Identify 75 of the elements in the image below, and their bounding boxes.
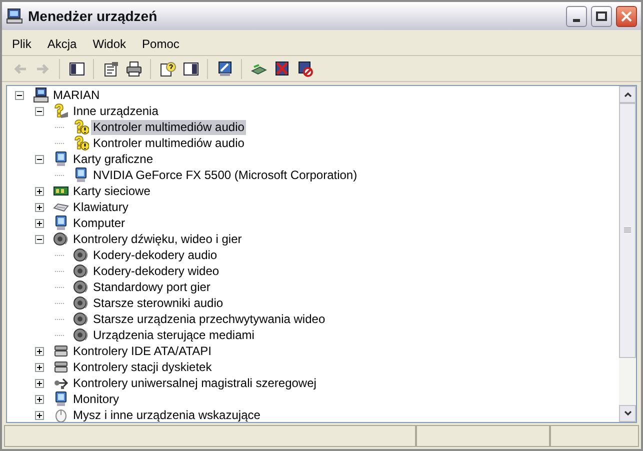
tree-item[interactable]: Monitory bbox=[71, 392, 122, 406]
tree-item[interactable]: Standardowy port gier bbox=[91, 280, 212, 294]
tree-item[interactable]: Starsze urządzenia przechwytywania wideo bbox=[91, 312, 328, 326]
properties-icon bbox=[102, 60, 118, 76]
tree-item[interactable]: Kontrolery IDE ATA/ATAPI bbox=[71, 344, 214, 358]
maximize-button[interactable] bbox=[591, 6, 612, 26]
monitor-icon bbox=[53, 215, 69, 231]
printer-icon bbox=[126, 60, 142, 76]
tree-item[interactable]: MARIAN bbox=[51, 88, 102, 102]
expand-icon[interactable] bbox=[35, 346, 44, 356]
minimize-button[interactable] bbox=[566, 6, 587, 26]
minimize-icon bbox=[573, 18, 580, 22]
tree-item[interactable]: Klawiatury bbox=[71, 200, 130, 214]
tree-item[interactable]: Kodery-dekodery wideo bbox=[91, 264, 222, 278]
expand-icon[interactable] bbox=[35, 186, 44, 196]
expand-icon[interactable] bbox=[35, 378, 44, 388]
expand-icon[interactable] bbox=[35, 218, 44, 228]
tree-item[interactable]: Kontrolery stacji dyskietek bbox=[71, 360, 214, 374]
tree-item[interactable]: Karty sieciowe bbox=[71, 184, 152, 198]
collapse-icon[interactable] bbox=[35, 234, 44, 244]
tree-item[interactable]: Kodery-dekodery audio bbox=[91, 248, 220, 262]
tree-item[interactable]: Kontrolery dźwięku, wideo i gier bbox=[71, 232, 244, 246]
computer-icon bbox=[33, 87, 49, 103]
tree-item[interactable]: NVIDIA GeForce FX 5500 (Microsoft Corporation) bbox=[91, 168, 360, 182]
tree-item[interactable]: Kontroler multimediów audio bbox=[91, 136, 246, 150]
speaker-icon bbox=[53, 231, 69, 247]
window-title: Menedżer urządzeń bbox=[28, 6, 158, 26]
monitor-cross-icon bbox=[274, 60, 290, 76]
menu-item[interactable]: Pomoc bbox=[136, 34, 186, 52]
split-pane-icon bbox=[68, 60, 84, 76]
tree-item[interactable]: Inne urządzenia bbox=[71, 104, 160, 118]
collapse-icon[interactable] bbox=[15, 90, 24, 100]
tree-item[interactable]: Karty graficzne bbox=[71, 152, 156, 166]
split-pane-icon bbox=[182, 60, 198, 76]
menu-item[interactable]: Plik bbox=[6, 34, 38, 52]
monitor-icon bbox=[53, 391, 69, 407]
menu-item[interactable]: Widok bbox=[86, 34, 132, 52]
question-warning-icon bbox=[73, 119, 89, 135]
computer-icon bbox=[6, 8, 24, 24]
drive-icon bbox=[53, 359, 69, 375]
monitor-icon bbox=[73, 167, 89, 183]
question-device-icon bbox=[53, 103, 69, 119]
help-icon bbox=[160, 60, 176, 76]
question-warning-icon bbox=[73, 135, 89, 151]
expand-icon[interactable] bbox=[35, 202, 44, 212]
collapse-icon[interactable] bbox=[35, 106, 44, 116]
expand-icon[interactable] bbox=[35, 410, 44, 420]
menu-item[interactable]: Akcja bbox=[41, 34, 83, 52]
monitor-scan-icon bbox=[216, 60, 232, 76]
speaker-icon bbox=[73, 263, 89, 279]
tree-item[interactable]: Komputer bbox=[71, 216, 128, 230]
tree-item[interactable]: Kontrolery uniwersalnej magistrali szeregowej bbox=[71, 376, 318, 390]
monitor-stop-icon bbox=[296, 60, 312, 76]
scroll-down-button[interactable] bbox=[619, 405, 636, 422]
expand-icon[interactable] bbox=[35, 362, 44, 372]
tree-item[interactable]: Kontroler multimediów audio bbox=[91, 120, 246, 134]
speaker-icon bbox=[73, 295, 89, 311]
tree-item[interactable]: Starsze sterowniki audio bbox=[91, 296, 226, 310]
drive-icon bbox=[53, 343, 69, 359]
speaker-icon bbox=[73, 311, 89, 327]
close-icon bbox=[621, 10, 632, 22]
scrollbar[interactable] bbox=[619, 86, 636, 422]
expand-icon[interactable] bbox=[35, 394, 44, 404]
speaker-icon bbox=[73, 247, 89, 263]
speaker-icon bbox=[73, 279, 89, 295]
maximize-icon bbox=[596, 11, 607, 21]
grip-icon bbox=[624, 227, 631, 234]
collapse-icon[interactable] bbox=[35, 154, 44, 164]
monitor-icon bbox=[53, 151, 69, 167]
scroll-thumb[interactable] bbox=[619, 103, 636, 358]
tree-item[interactable]: Mysz i inne urządzenia wskazujące bbox=[71, 408, 262, 422]
speaker-icon bbox=[73, 327, 89, 343]
scroll-up-button[interactable] bbox=[619, 86, 636, 103]
close-button[interactable] bbox=[616, 6, 637, 26]
tree-item[interactable]: Urządzenia sterujące mediami bbox=[91, 328, 256, 342]
